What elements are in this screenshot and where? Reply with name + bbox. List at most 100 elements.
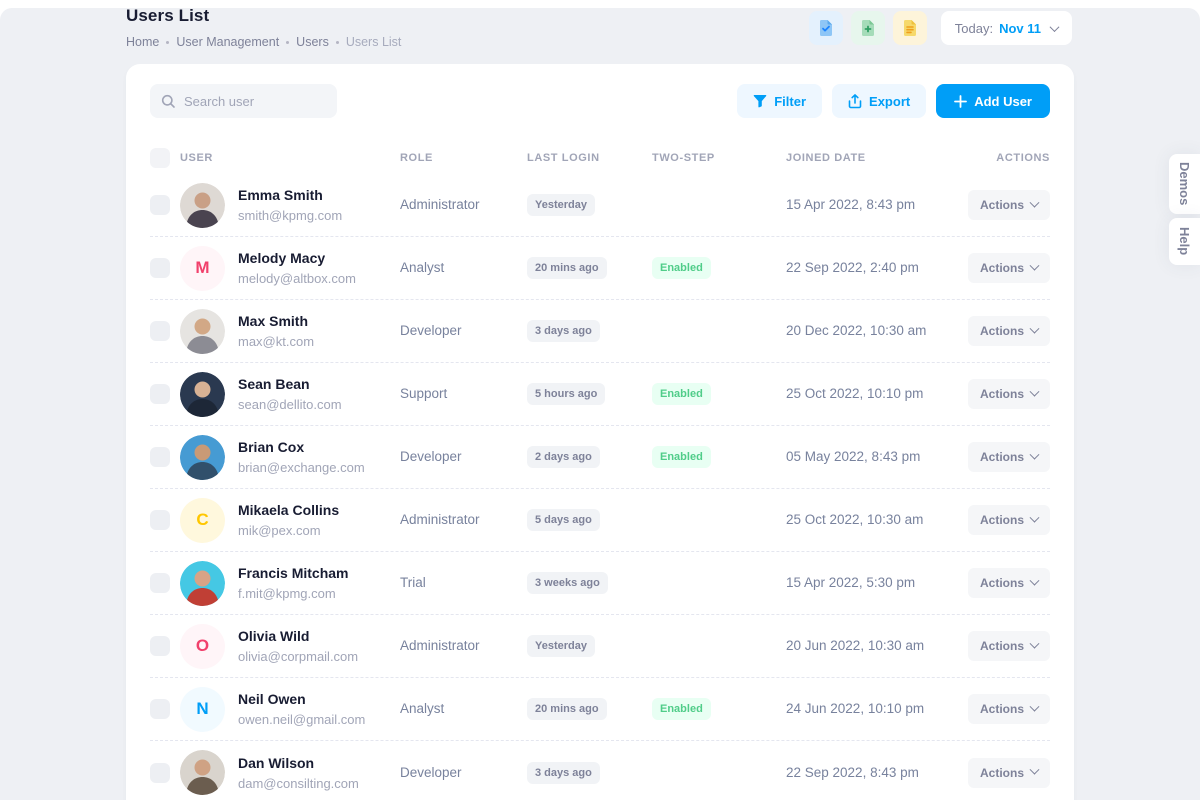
user-role: Administrator: [400, 638, 480, 653]
row-checkbox[interactable]: [150, 763, 170, 783]
column-header-role[interactable]: ROLE: [400, 152, 527, 164]
select-all-checkbox[interactable]: [150, 148, 170, 168]
avatar[interactable]: [180, 183, 225, 228]
user-name[interactable]: Dan Wilson: [238, 755, 359, 771]
user-role: Developer: [400, 765, 462, 780]
user-email: dam@consilting.com: [238, 776, 359, 791]
user-role: Administrator: [400, 512, 480, 527]
user-email: max@kt.com: [238, 334, 314, 349]
side-tab-help-label: Help: [1177, 227, 1192, 255]
date-value: Nov 11: [999, 21, 1041, 36]
user-name[interactable]: Melody Macy: [238, 250, 356, 266]
avatar[interactable]: [180, 372, 225, 417]
last-login-badge: 20 mins ago: [527, 698, 607, 720]
avatar[interactable]: O: [180, 624, 225, 669]
last-login-badge: Yesterday: [527, 194, 595, 216]
actions-dropdown-button[interactable]: Actions: [968, 758, 1050, 788]
table-header-row: USER ROLE LAST LOGIN TWO-STEP JOINED DAT…: [150, 142, 1050, 174]
user-name[interactable]: Emma Smith: [238, 187, 342, 203]
actions-dropdown-button[interactable]: Actions: [968, 568, 1050, 598]
page-header: Users List Home User Management Users Us…: [126, 6, 401, 49]
actions-dropdown-button[interactable]: Actions: [968, 631, 1050, 661]
date-picker-button[interactable]: Today: Nov 11: [941, 11, 1072, 45]
search-box: [150, 84, 337, 118]
user-name[interactable]: Olivia Wild: [238, 628, 358, 644]
avatar[interactable]: C: [180, 498, 225, 543]
two-step-badge: Enabled: [652, 698, 711, 720]
doc-plus-button[interactable]: [851, 11, 885, 45]
column-header-two-step[interactable]: TWO-STEP: [652, 152, 786, 164]
search-icon: [161, 94, 176, 109]
breadcrumb-item-home[interactable]: Home: [126, 35, 159, 49]
last-login-badge: 3 weeks ago: [527, 572, 608, 594]
breadcrumb-item-users-list: Users List: [346, 35, 402, 49]
user-email: melody@altbox.com: [238, 271, 356, 286]
card-toolbar: Filter Export Add User: [150, 84, 1050, 118]
user-name[interactable]: Brian Cox: [238, 439, 365, 455]
chevron-down-icon: [1050, 22, 1060, 32]
users-table: USER ROLE LAST LOGIN TWO-STEP JOINED DAT…: [150, 142, 1050, 800]
user-name[interactable]: Sean Bean: [238, 376, 342, 392]
table-row: Sean Bean sean@dellito.com Support 5 hou…: [150, 363, 1050, 426]
toolbar-buttons: Filter Export Add User: [737, 84, 1050, 118]
user-name[interactable]: Neil Owen: [238, 691, 365, 707]
breadcrumb-item-user-management[interactable]: User Management: [176, 35, 279, 49]
filter-button[interactable]: Filter: [737, 84, 822, 118]
search-input[interactable]: [184, 94, 326, 109]
actions-dropdown-button[interactable]: Actions: [968, 253, 1050, 283]
row-checkbox[interactable]: [150, 636, 170, 656]
two-step-badge: Enabled: [652, 446, 711, 468]
side-tab-demos-label: Demos: [1177, 162, 1192, 205]
column-header-joined-date[interactable]: JOINED DATE: [786, 152, 950, 164]
row-checkbox[interactable]: [150, 699, 170, 719]
user-email: smith@kpmg.com: [238, 208, 342, 223]
filter-icon: [753, 94, 767, 108]
table-row: Brian Cox brian@exchange.com Developer 2…: [150, 426, 1050, 489]
doc-lines-button[interactable]: [893, 11, 927, 45]
avatar[interactable]: [180, 750, 225, 795]
breadcrumb-item-users[interactable]: Users: [296, 35, 329, 49]
table-row: Max Smith max@kt.com Developer 3 days ag…: [150, 300, 1050, 363]
joined-date: 05 May 2022, 8:43 pm: [786, 449, 920, 464]
chevron-down-icon: [1030, 386, 1040, 396]
breadcrumb: Home User Management Users Users List: [126, 35, 401, 49]
actions-dropdown-button[interactable]: Actions: [968, 694, 1050, 724]
side-tab-demos[interactable]: Demos: [1169, 154, 1200, 214]
actions-dropdown-button[interactable]: Actions: [968, 316, 1050, 346]
breadcrumb-separator: [166, 41, 169, 44]
avatar[interactable]: M: [180, 246, 225, 291]
avatar[interactable]: [180, 309, 225, 354]
export-button[interactable]: Export: [832, 84, 926, 118]
breadcrumb-separator: [286, 41, 289, 44]
avatar[interactable]: N: [180, 687, 225, 732]
actions-dropdown-button[interactable]: Actions: [968, 505, 1050, 535]
row-checkbox[interactable]: [150, 384, 170, 404]
user-name[interactable]: Mikaela Collins: [238, 502, 339, 518]
last-login-badge: 5 hours ago: [527, 383, 605, 405]
table-body: Emma Smith smith@kpmg.com Administrator …: [150, 174, 1050, 800]
avatar[interactable]: [180, 435, 225, 480]
row-checkbox[interactable]: [150, 573, 170, 593]
row-checkbox[interactable]: [150, 510, 170, 530]
last-login-badge: 3 days ago: [527, 762, 600, 784]
actions-button-label: Actions: [980, 702, 1024, 716]
actions-dropdown-button[interactable]: Actions: [968, 442, 1050, 472]
column-header-last-login[interactable]: LAST LOGIN: [527, 152, 652, 164]
actions-dropdown-button[interactable]: Actions: [968, 190, 1050, 220]
joined-date: 22 Sep 2022, 2:40 pm: [786, 260, 919, 275]
side-tab-help[interactable]: Help: [1169, 218, 1200, 265]
actions-dropdown-button[interactable]: Actions: [968, 379, 1050, 409]
row-checkbox[interactable]: [150, 195, 170, 215]
table-row: Francis Mitcham f.mit@kpmg.com Trial 3 w…: [150, 552, 1050, 615]
row-checkbox[interactable]: [150, 447, 170, 467]
user-name[interactable]: Max Smith: [238, 313, 314, 329]
row-checkbox[interactable]: [150, 258, 170, 278]
user-name[interactable]: Francis Mitcham: [238, 565, 348, 581]
user-role: Administrator: [400, 197, 480, 212]
joined-date: 15 Apr 2022, 5:30 pm: [786, 575, 915, 590]
avatar[interactable]: [180, 561, 225, 606]
row-checkbox[interactable]: [150, 321, 170, 341]
column-header-user[interactable]: USER: [180, 152, 400, 164]
doc-check-button[interactable]: [809, 11, 843, 45]
add-user-button[interactable]: Add User: [936, 84, 1050, 118]
